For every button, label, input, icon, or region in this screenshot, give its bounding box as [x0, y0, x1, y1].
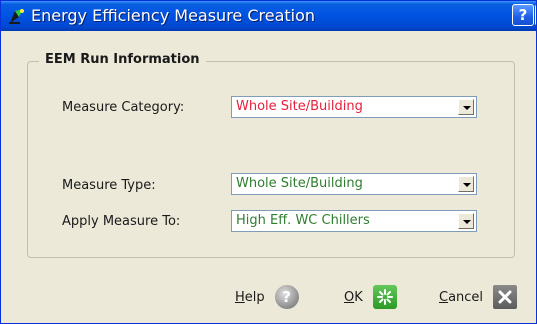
ok-button-label: OK: [344, 290, 363, 305]
ok-mnemonic: O: [344, 289, 355, 305]
title-bar[interactable]: Energy Efficiency Measure Creation ? X: [1, 1, 536, 31]
cancel-button-label: Cancel: [439, 290, 483, 305]
titlebar-help-button[interactable]: ?: [512, 4, 534, 26]
ok-icon: [372, 285, 397, 309]
help-icon: ?: [274, 285, 299, 309]
window-title: Energy Efficiency Measure Creation: [31, 6, 316, 25]
chevron-down-icon[interactable]: [458, 213, 474, 229]
measure-category-label: Measure Category:: [62, 100, 185, 115]
apply-measure-to-label: Apply Measure To:: [62, 214, 181, 229]
measure-type-value: Whole Site/Building: [236, 176, 363, 191]
chevron-down-icon[interactable]: [458, 176, 474, 192]
group-title: EEM Run Information: [39, 52, 206, 67]
help-mnemonic: H: [235, 289, 245, 305]
measure-category-select[interactable]: Whole Site/Building: [231, 96, 477, 118]
help-label-rest: elp: [244, 289, 265, 305]
cancel-button[interactable]: Cancel: [439, 284, 518, 310]
measure-type-select[interactable]: Whole Site/Building: [231, 173, 477, 195]
apply-measure-to-select[interactable]: High Eff. WC Chillers: [231, 210, 477, 232]
measure-category-value: Whole Site/Building: [236, 99, 363, 114]
dialog-window: Energy Efficiency Measure Creation ? X E…: [0, 0, 537, 324]
help-button[interactable]: Help ?: [235, 284, 299, 310]
ok-button[interactable]: OK: [344, 284, 397, 310]
app-icon: [7, 7, 27, 25]
apply-measure-to-value: High Eff. WC Chillers: [236, 213, 370, 228]
cancel-label-rest: ancel: [448, 289, 484, 305]
question-icon: ?: [518, 6, 528, 24]
help-button-label: Help: [235, 290, 265, 305]
measure-type-label: Measure Type:: [62, 178, 156, 193]
cancel-mnemonic: C: [439, 289, 449, 305]
ok-label-rest: K: [354, 289, 363, 305]
chevron-down-icon[interactable]: [458, 99, 474, 115]
cancel-icon: [493, 285, 518, 309]
